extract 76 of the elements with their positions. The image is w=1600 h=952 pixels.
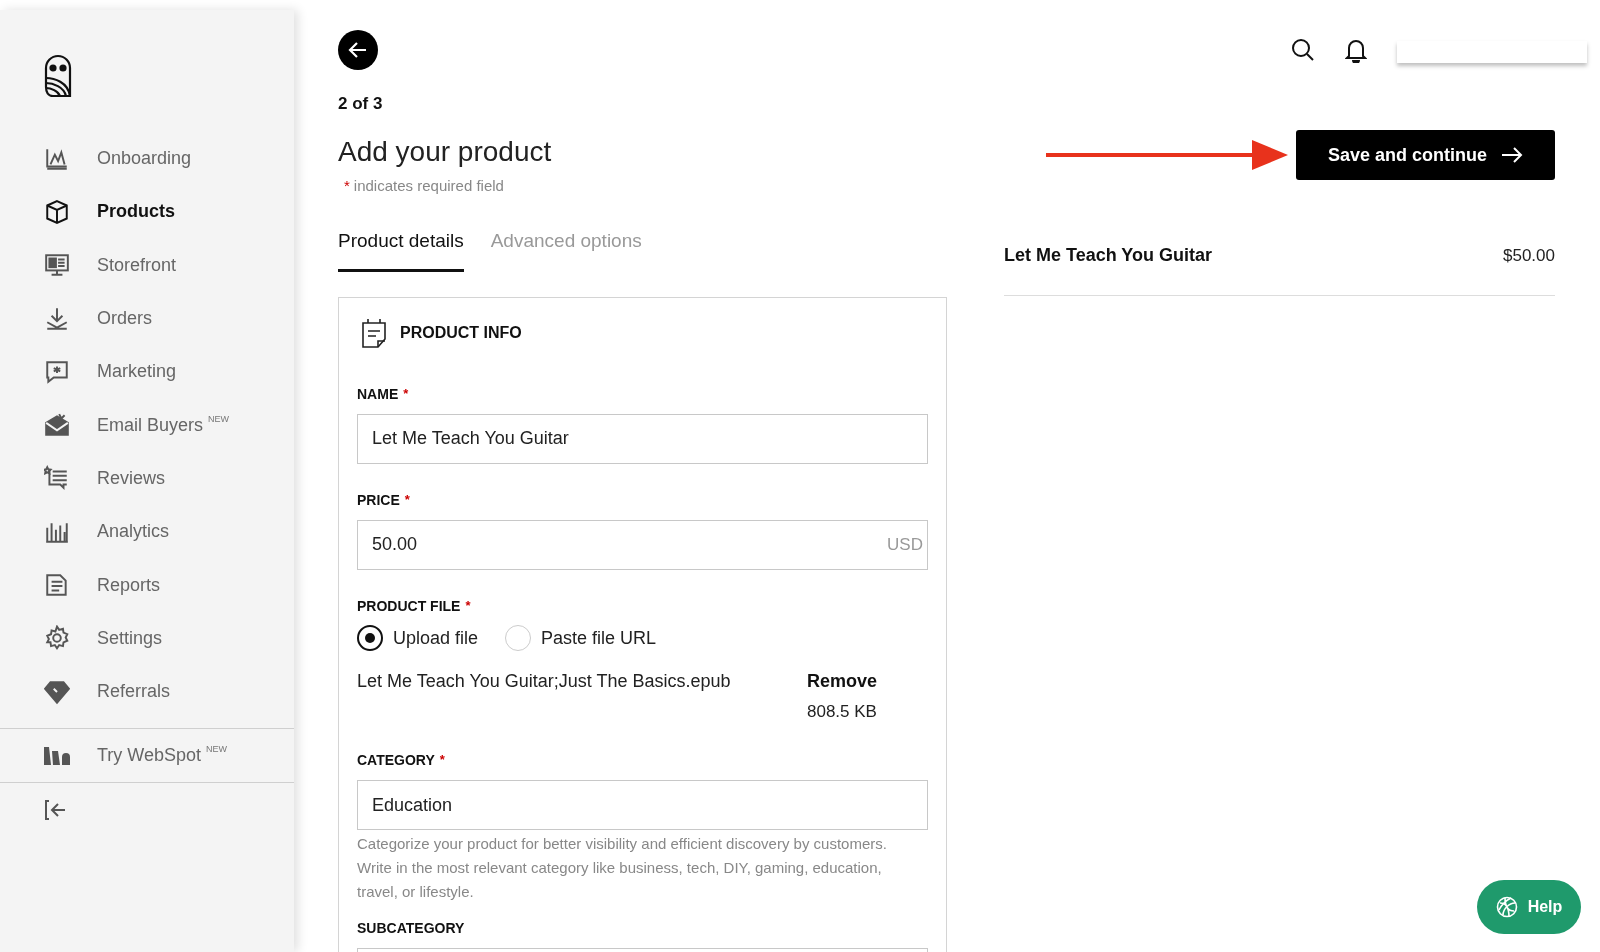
sidebar-item[interactable]: Try WebSpot NEW [0, 742, 294, 770]
sidebar-label: Referrals [97, 680, 171, 704]
sidebar-item[interactable]: Marketing [0, 345, 294, 399]
arrow-right-icon [1501, 147, 1523, 163]
sidebar-item[interactable]: Reports [0, 558, 294, 612]
text-field[interactable]: 50.00 USD [357, 519, 928, 570]
settings-icon [44, 625, 70, 652]
back-button[interactable] [338, 30, 378, 70]
chat-icon [44, 358, 70, 385]
sidebar-item[interactable]: Reviews [0, 451, 294, 506]
page-title: Add your product [338, 134, 553, 169]
monitor-icon [44, 252, 70, 279]
box-icon [44, 198, 70, 225]
required-mark: * [404, 490, 410, 509]
help-text: Categorize your product for better visibility and efficient discovery by customers. Write in the most relevant category like business, tech, DIY, gaming, education, travel, or lifestyle. [357, 834, 888, 902]
sidebar-item[interactable]: Referrals [0, 664, 294, 719]
sidebar-label: Reviews [97, 466, 166, 490]
file-size: 808.5 KB [807, 700, 878, 723]
sidebar-item[interactable]: Products [0, 185, 294, 239]
search-icon[interactable] [1291, 38, 1315, 62]
currency-suffix: USD [887, 533, 923, 556]
required-mark: * [403, 384, 409, 403]
sidebar-item[interactable]: Orders [0, 291, 294, 346]
sidebar-label: Analytics [97, 520, 170, 544]
new-label: NEW [206, 743, 228, 757]
field-label: PRODUCT FILE [357, 596, 461, 616]
owl-logo[interactable] [43, 54, 73, 98]
required-mark: * [439, 751, 445, 769]
field-label: SUBCATEGORY [357, 919, 465, 938]
note-icon [360, 317, 388, 348]
text-field[interactable]: Education [357, 780, 928, 830]
sidebar-label: Orders [97, 307, 152, 331]
arrow-left-icon [348, 41, 368, 59]
sidebar-label: Storefront [97, 253, 177, 277]
save-and-continue-button[interactable]: Save and continue [1296, 130, 1555, 180]
text-field[interactable]: Let Me Teach You Guitar [357, 413, 928, 464]
sidebar-item[interactable]: Email Buyers NEW [0, 398, 294, 452]
field-label: CATEGORY [357, 751, 435, 770]
bars-icon [44, 746, 72, 765]
sidebar-label: Reports [97, 573, 161, 597]
required-mark: * [344, 175, 350, 196]
sidebar-label: Marketing [97, 360, 177, 384]
sidebar-label: Email Buyers [97, 413, 204, 437]
download-icon [44, 305, 70, 332]
sidebar-label: Onboarding [97, 147, 192, 171]
logout-icon[interactable] [44, 799, 68, 822]
required-mark: * [465, 596, 471, 615]
field-label: NAME [357, 384, 399, 404]
gem-icon [44, 678, 70, 705]
list-icon [44, 465, 70, 492]
radio-option[interactable]: Paste file URL [505, 624, 657, 652]
sidebar-item[interactable]: Settings [0, 611, 294, 665]
card-title: PRODUCT INFO [400, 322, 522, 343]
promo-label: Try WebSpot [97, 744, 202, 768]
sidebar-label: Products [97, 200, 175, 224]
sidebar-item[interactable]: Storefront [0, 238, 294, 292]
bell-icon[interactable] [1345, 37, 1367, 63]
radio-button[interactable] [357, 625, 383, 651]
tab[interactable]: Product details [338, 227, 464, 272]
file-name: Let Me Teach You Guitar;Just The Basics.epub [357, 669, 732, 693]
new-label: NEW [208, 412, 230, 426]
required-note: indicates required field [353, 175, 504, 196]
globe-icon [1495, 896, 1518, 918]
sidebar-label: Settings [97, 626, 163, 650]
tab[interactable]: Advanced options [490, 227, 642, 272]
remove-link[interactable]: Remove [807, 667, 878, 695]
envelope-icon [44, 412, 70, 439]
field-label: PRICE [357, 490, 400, 510]
summary-price: $50.00 [1503, 244, 1555, 267]
step-counter: 2 of 3 [338, 93, 384, 115]
summary-product-name: Let Me Teach You Guitar [1004, 244, 1213, 267]
help-button[interactable]: Help [1477, 880, 1581, 934]
radio-option[interactable]: Upload file [357, 624, 479, 652]
document-icon [44, 572, 70, 598]
sidebar-item[interactable]: Onboarding [0, 132, 294, 186]
sidebar-item[interactable]: Analytics [0, 505, 294, 559]
